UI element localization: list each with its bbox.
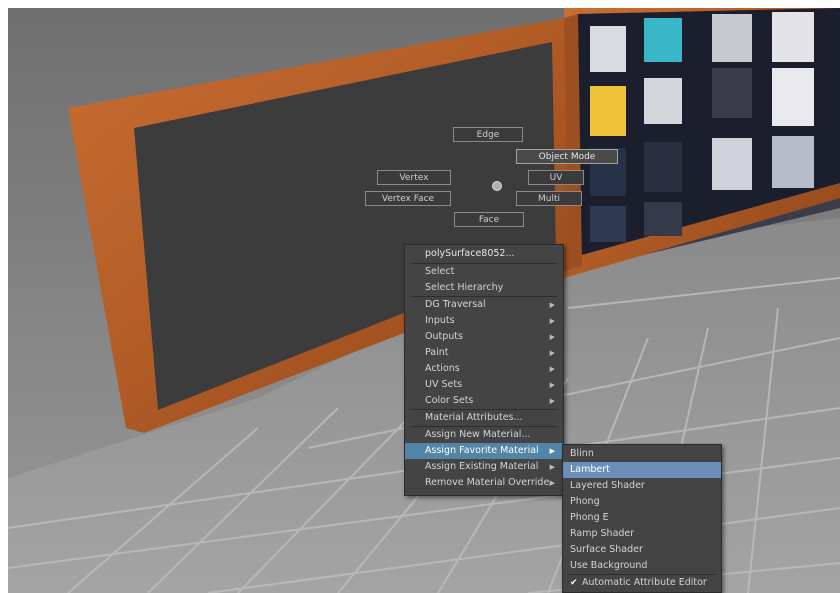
menu-item-label: Inputs: [425, 315, 455, 326]
marking-menu-edge[interactable]: Edge: [453, 127, 523, 142]
submenu-item-phong-e[interactable]: Phong E: [563, 510, 721, 526]
checkmark-icon: ✔: [570, 578, 578, 588]
submenu-item-lambert[interactable]: Lambert: [563, 462, 721, 478]
menu-item-label: Assign New Material...: [425, 429, 531, 440]
menu-item-label: Material Attributes...: [425, 412, 523, 423]
menu-item-object-name: polySurface8052...: [425, 248, 515, 259]
favorite-material-submenu: Blinn Lambert Layered Shader Phong Phong…: [562, 444, 722, 593]
submenu-item-layered-shader[interactable]: Layered Shader: [563, 478, 721, 494]
submenu-arrow-icon: ▶: [549, 349, 555, 357]
submenu-arrow-icon: ▶: [549, 365, 555, 373]
menu-item-label: Outputs: [425, 331, 463, 342]
menu-item-label: Remove Material Override: [425, 477, 550, 488]
menu-item-remove-material-override[interactable]: Remove Material Override ▶: [405, 475, 563, 491]
marking-menu-center: [492, 181, 502, 191]
submenu-arrow-icon: ▶: [549, 447, 555, 455]
marking-menu-object-mode[interactable]: Object Mode: [516, 149, 618, 164]
context-menu: polySurface8052... Select Select Hierarc…: [404, 244, 564, 496]
submenu-item-label: Use Background: [570, 560, 648, 571]
menu-item-dg-traversal[interactable]: DG Traversal ▶: [405, 297, 563, 313]
marking-menu-uv[interactable]: UV: [528, 170, 584, 185]
marking-menu-multi[interactable]: Multi: [516, 191, 582, 206]
submenu-item-label: Phong: [570, 496, 600, 507]
submenu-arrow-icon: ▶: [549, 397, 555, 405]
submenu-arrow-icon: ▶: [549, 479, 555, 487]
submenu-arrow-icon: ▶: [549, 317, 555, 325]
automatic-attribute-editor-checkbox[interactable]: ✔ Automatic Attribute Editor: [563, 575, 721, 591]
submenu-item-label: Ramp Shader: [570, 528, 635, 539]
menu-item-label: Color Sets: [425, 395, 474, 406]
submenu-item-label: Surface Shader: [570, 544, 643, 555]
menu-item-label: Assign Favorite Material: [425, 445, 539, 456]
submenu-arrow-icon: ▶: [549, 333, 555, 341]
submenu-item-surface-shader[interactable]: Surface Shader: [563, 542, 721, 558]
menu-item-label: UV Sets: [425, 379, 463, 390]
menu-item-label: Paint: [425, 347, 449, 358]
menu-item-uv-sets[interactable]: UV Sets ▶: [405, 377, 563, 393]
submenu-arrow-icon: ▶: [549, 301, 555, 309]
menu-item-label: DG Traversal: [425, 299, 486, 310]
submenu-item-label: Layered Shader: [570, 480, 645, 491]
submenu-item-label: Phong E: [570, 512, 609, 523]
menu-item-material-attributes[interactable]: Material Attributes...: [405, 410, 563, 426]
menu-item-outputs[interactable]: Outputs ▶: [405, 329, 563, 345]
submenu-item-phong[interactable]: Phong: [563, 494, 721, 510]
menu-item-assign-favorite-material[interactable]: Assign Favorite Material ▶: [405, 443, 563, 459]
menu-item-assign-existing-material[interactable]: Assign Existing Material ▶: [405, 459, 563, 475]
menu-item-color-sets[interactable]: Color Sets ▶: [405, 393, 563, 409]
marking-menu-vertex-face[interactable]: Vertex Face: [365, 191, 451, 206]
marking-menu-face[interactable]: Face: [454, 212, 524, 227]
menu-item-label: Select: [425, 266, 455, 277]
submenu-item-label: Lambert: [570, 464, 610, 475]
3d-viewport[interactable]: Edge Object Mode Vertex UV Vertex Face M…: [8, 8, 840, 593]
menu-item-paint[interactable]: Paint ▶: [405, 345, 563, 361]
submenu-item-use-background[interactable]: Use Background: [563, 558, 721, 574]
menu-item-actions[interactable]: Actions ▶: [405, 361, 563, 377]
checkbox-label: Automatic Attribute Editor: [582, 577, 707, 588]
menu-item-select[interactable]: Select: [405, 264, 563, 280]
submenu-item-ramp-shader[interactable]: Ramp Shader: [563, 526, 721, 542]
menu-item-select-hierarchy[interactable]: Select Hierarchy: [405, 280, 563, 296]
submenu-item-blinn[interactable]: Blinn: [563, 446, 721, 462]
menu-item-inputs[interactable]: Inputs ▶: [405, 313, 563, 329]
marking-menu-vertex[interactable]: Vertex: [377, 170, 451, 185]
menu-item-assign-new-material[interactable]: Assign New Material...: [405, 427, 563, 443]
menu-item-label: Select Hierarchy: [425, 282, 504, 293]
submenu-item-label: Blinn: [570, 448, 594, 459]
menu-item-label: Assign Existing Material: [425, 461, 539, 472]
menu-item-label: Actions: [425, 363, 460, 374]
submenu-arrow-icon: ▶: [549, 381, 555, 389]
submenu-arrow-icon: ▶: [549, 463, 555, 471]
